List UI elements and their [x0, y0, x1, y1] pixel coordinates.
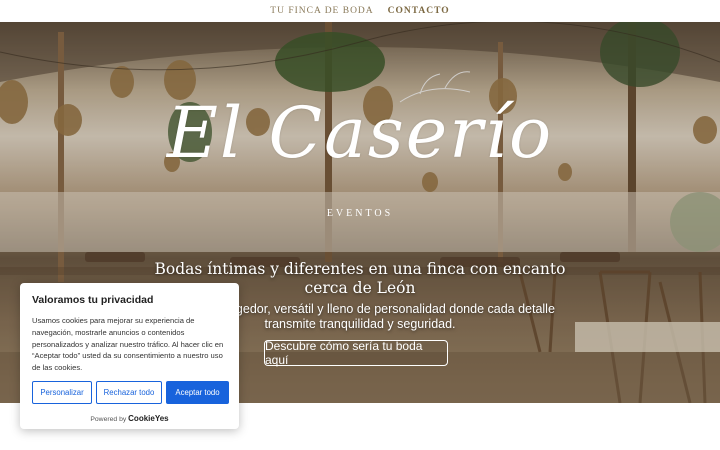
cta-button[interactable]: Descubre cómo sería tu boda aquí: [264, 339, 448, 367]
logo-script-title: El Caserío: [166, 92, 554, 174]
top-navigation: TU FINCA DE BODA CONTACTO: [0, 0, 720, 22]
reject-all-button[interactable]: Rechazar todo: [96, 381, 162, 404]
cookieyes-logo[interactable]: CookieYes: [128, 414, 168, 423]
nav-link-tu-finca[interactable]: TU FINCA DE BODA: [270, 6, 373, 16]
logo-subtitle: EVENTOS: [326, 208, 394, 219]
cookie-consent-banner: Valoramos tu privacidad Usamos cookies p…: [20, 283, 239, 429]
powered-by-label: Powered by: [90, 416, 127, 423]
customize-button[interactable]: Personalizar: [32, 381, 92, 404]
nav-link-contacto[interactable]: CONTACTO: [388, 6, 450, 16]
cookie-body-text: Usamos cookies para mejorar su experienc…: [32, 316, 224, 373]
cookie-title: Valoramos tu privacidad: [32, 294, 154, 306]
powered-by: Powered by CookieYes: [20, 414, 239, 423]
accept-all-button[interactable]: Aceptar todo: [166, 381, 229, 404]
